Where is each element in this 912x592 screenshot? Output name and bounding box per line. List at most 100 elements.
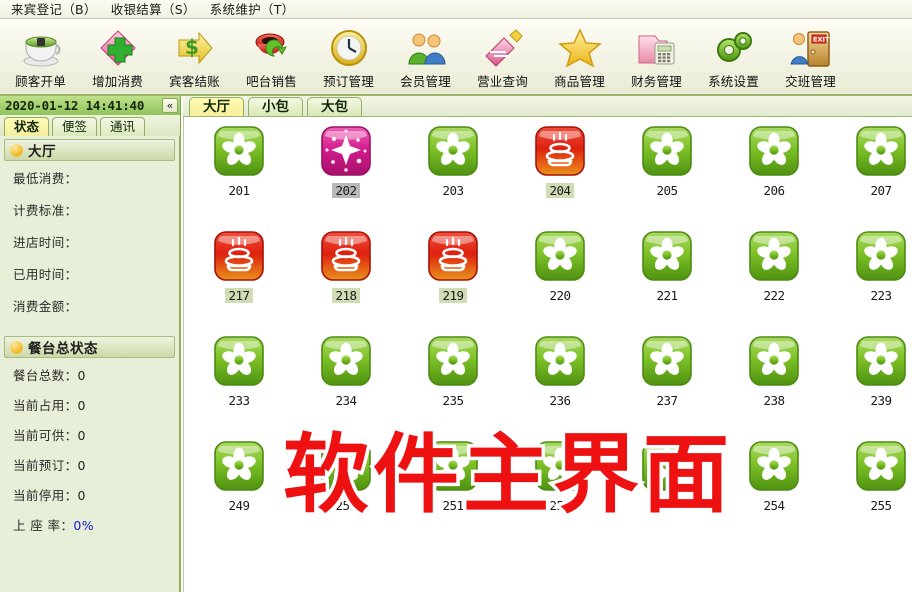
toolbar-button-label: 商品管理: [554, 74, 605, 89]
table-cell-255[interactable]: 255: [829, 438, 912, 538]
table-number-label: 238: [763, 393, 785, 408]
table-row: 217 218 219 220 221 222 223: [184, 228, 912, 333]
table-cell-239[interactable]: 239: [829, 333, 912, 433]
sidebar-field: 最低消费：: [13, 168, 175, 187]
toolbar-button-label: 预订管理: [323, 74, 374, 89]
sidebar-tab-strip: 状态 便签 通讯: [0, 115, 181, 136]
sidebar-group-header[interactable]: 大厅: [4, 139, 175, 161]
table-number-label: 255: [870, 498, 892, 513]
table-cell-238[interactable]: 238: [722, 333, 826, 433]
menu-cashier-settlement[interactable]: 收银结算（S）: [104, 0, 203, 20]
sidebar-tab-1[interactable]: 状态: [4, 117, 50, 136]
collapse-sidebar-button[interactable]: «: [162, 98, 178, 113]
table-status-free-icon: [853, 333, 909, 389]
coffee-refresh-icon: [250, 26, 294, 70]
clock-icon: [327, 26, 371, 70]
table-number-label: 217: [225, 288, 253, 303]
toolbar-button-label: 营业查询: [477, 74, 528, 89]
menu-system-maintenance[interactable]: 系统维护（T）: [203, 0, 302, 20]
add-plus-icon: [96, 26, 140, 70]
toolbar-button-members[interactable]: 会员管理: [387, 22, 464, 94]
toolbar-button-coffee-refresh[interactable]: 吧台销售: [233, 22, 310, 94]
table-cell-233[interactable]: 233: [187, 333, 291, 433]
table-status-free-icon: [425, 123, 481, 179]
table-cell-207[interactable]: 207: [829, 123, 912, 223]
main-tab-2[interactable]: 小包: [248, 97, 303, 116]
sidebar-tab-2[interactable]: 便签: [52, 117, 98, 136]
main-tab-3[interactable]: 大包: [307, 97, 362, 116]
table-status-free-icon: [746, 333, 802, 389]
table-cell-202[interactable]: 202: [294, 123, 398, 223]
toolbar-button-clock[interactable]: 预订管理: [310, 22, 387, 94]
toolbar-button-label: 增加消费: [92, 74, 143, 89]
table-number-label: 205: [656, 183, 678, 198]
table-cell-223[interactable]: 223: [829, 228, 912, 328]
sidebar-field-label: 进店时间：: [13, 235, 78, 250]
table-number-label: 220: [549, 288, 571, 303]
sidebar-field: 当前停用：0: [13, 485, 175, 504]
table-cell-203[interactable]: 203: [401, 123, 505, 223]
table-cell-205[interactable]: 205: [615, 123, 719, 223]
sidebar-field-label: 上 座 率：: [13, 518, 74, 533]
datetime-bar: 2020-01-12 14:41:40 «: [0, 96, 181, 115]
table-status-free-icon: [853, 123, 909, 179]
collapse-bullet-icon: [10, 143, 23, 157]
table-status-free-icon: [746, 123, 802, 179]
toolbar-button-folder-calculator[interactable]: 财务管理: [618, 22, 695, 94]
main-tab-1[interactable]: 大厅: [189, 97, 244, 116]
table-cell-218[interactable]: 218: [294, 228, 398, 328]
sidebar-field-label: 当前停用：: [13, 488, 78, 503]
sidebar-field-value: 0: [77, 428, 86, 443]
dollar-arrow-icon: $: [173, 26, 217, 70]
table-cell-235[interactable]: 235: [401, 333, 505, 433]
toolbar-button-label: 系统设置: [708, 74, 759, 89]
table-cell-219[interactable]: 219: [401, 228, 505, 328]
table-status-free-icon: [746, 438, 802, 494]
sidebar-field: 当前占用：0: [13, 395, 175, 414]
toolbar-button-gears[interactable]: 系统设置: [695, 22, 772, 94]
table-cell-206[interactable]: 206: [722, 123, 826, 223]
table-status-free-icon: [532, 228, 588, 284]
table-cell-201[interactable]: 201: [187, 123, 291, 223]
toolbar-button-exit-door[interactable]: EXIT 交班管理: [772, 22, 849, 94]
toolbar-button-add-plus[interactable]: 增加消费: [79, 22, 156, 94]
table-number-label: 234: [335, 393, 357, 408]
sidebar-field: 当前可供：0: [13, 425, 175, 444]
toolbar-button-label: 财务管理: [631, 74, 682, 89]
menu-guest-registration[interactable]: 来宾登记（B）: [4, 0, 104, 20]
sidebar-field-value: 0: [77, 368, 86, 383]
sidebar-tab-3[interactable]: 通讯: [100, 117, 146, 136]
sidebar-field: 进店时间：: [13, 232, 175, 251]
table-cell-221[interactable]: 221: [615, 228, 719, 328]
table-cell-236[interactable]: 236: [508, 333, 612, 433]
table-cell-234[interactable]: 234: [294, 333, 398, 433]
watermark-overlay: 软件主界面: [280, 425, 733, 525]
sidebar-group-header[interactable]: 餐台总状态: [4, 336, 175, 358]
table-cell-249[interactable]: 249: [187, 438, 291, 538]
sidebar-field-value: 0%: [73, 518, 94, 533]
table-cell-217[interactable]: 217: [187, 228, 291, 328]
table-number-label: 237: [656, 393, 678, 408]
table-number-label: 235: [442, 393, 464, 408]
sidebar-field-label: 当前预订：: [13, 458, 78, 473]
table-number-label: 203: [442, 183, 464, 198]
table-number-label: 221: [656, 288, 678, 303]
table-cell-237[interactable]: 237: [615, 333, 719, 433]
table-cell-220[interactable]: 220: [508, 228, 612, 328]
svg-text:$: $: [185, 35, 199, 59]
table-cell-204[interactable]: 204: [508, 123, 612, 223]
sidebar-field: 餐台总数：0: [13, 365, 175, 384]
table-number-label: 239: [870, 393, 892, 408]
table-cell-222[interactable]: 222: [722, 228, 826, 328]
table-cell-254[interactable]: 254: [722, 438, 826, 538]
toolbar-button-dollar-arrow[interactable]: $ 宾客结账: [156, 22, 233, 94]
toolbar-button-teacup[interactable]: 顾客开单: [2, 22, 79, 94]
menu-bar: 来宾登记（B） 收银结算（S） 系统维护（T）: [0, 0, 912, 19]
toolbar-button-star[interactable]: 商品管理: [541, 22, 618, 94]
toolbar-button-chart-pencil[interactable]: 营业查询: [464, 22, 541, 94]
table-status-occupied-icon: [211, 228, 267, 284]
sidebar-field-value: 0: [77, 458, 86, 473]
table-status-free-icon: [639, 123, 695, 179]
table-status-occupied-icon: [425, 228, 481, 284]
svg-text:EXIT: EXIT: [813, 36, 830, 44]
